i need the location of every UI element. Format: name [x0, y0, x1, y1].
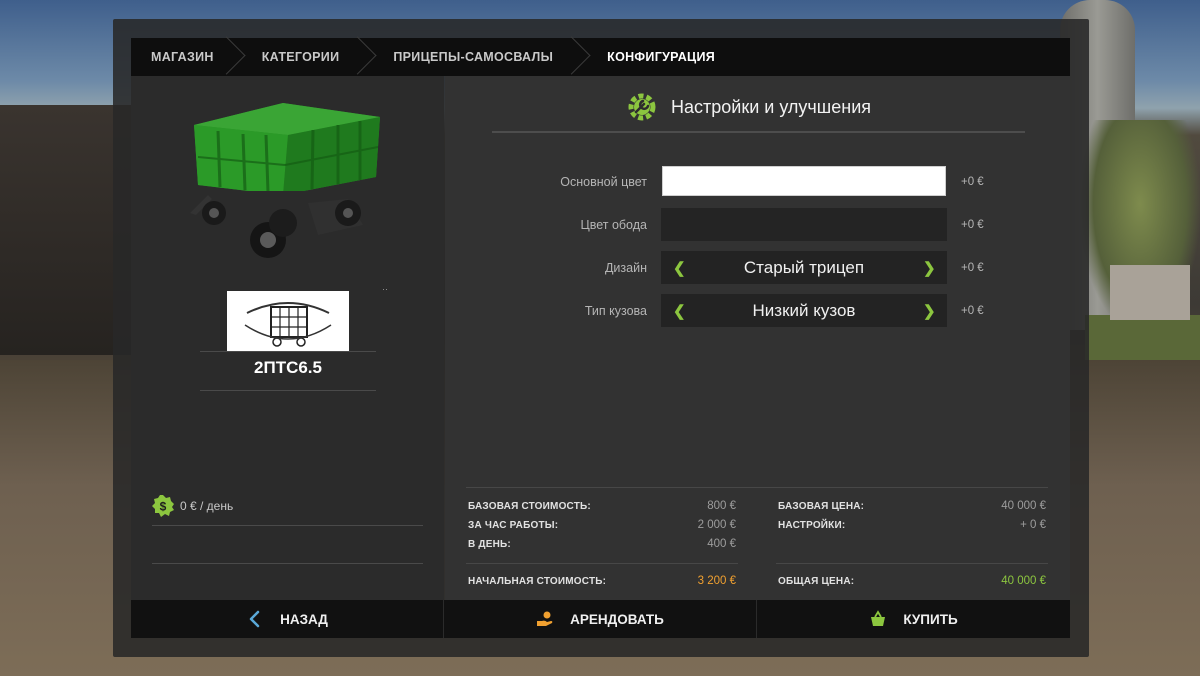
total-price-value: 40 000 € — [1001, 575, 1046, 587]
breadcrumb-tipper-trailers[interactable]: ПРИЦЕПЫ-САМОСВАЛЫ — [365, 38, 579, 76]
upkeep-divider-2 — [152, 563, 423, 564]
svg-text:$: $ — [160, 500, 167, 514]
base-price-value: 40 000 € — [1001, 500, 1046, 512]
daily-upkeep-text: 0 € / день — [180, 499, 234, 513]
costs-top-divider — [466, 487, 1048, 488]
rent-button[interactable]: АРЕНДОВАТЬ — [444, 600, 757, 638]
settings-price-value: + 0 € — [1020, 519, 1046, 531]
base-price-label: БАЗОВАЯ ЦЕНА: — [778, 501, 865, 512]
rent-hand-icon — [537, 611, 553, 626]
background-house — [1110, 265, 1190, 320]
wrench-gear-icon — [628, 93, 656, 121]
breadcrumb-shop[interactable]: МАГАЗИН — [131, 38, 234, 76]
option-price-design: +0 € — [961, 262, 984, 274]
base-cost-value: 800 € — [707, 500, 736, 512]
chevron-right-icon[interactable]: ❯ — [923, 302, 936, 320]
option-label-body-type: Тип кузова — [584, 304, 647, 318]
background-grass — [1085, 315, 1200, 360]
option-label-rim-color: Цвет обода — [580, 218, 647, 232]
option-price-body-type: +0 € — [961, 305, 984, 317]
buy-button-label: КУПИТЬ — [903, 611, 958, 627]
decorative-dots: ·· — [382, 284, 388, 294]
base-color-selector[interactable] — [662, 166, 946, 196]
item-name: 2ПТС6.5 — [254, 358, 322, 377]
settings-underline — [492, 131, 1025, 133]
initial-cost-value: 3 200 € — [697, 575, 736, 587]
per-hour-label: ЗА ЧАС РАБОТЫ: — [468, 520, 559, 531]
buy-button[interactable]: КУПИТЬ — [757, 600, 1070, 638]
back-button[interactable]: НАЗАД — [131, 600, 444, 638]
design-value: Старый трицеп — [743, 257, 865, 277]
action-bar: НАЗАД АРЕНДОВАТЬ КУПИТЬ — [131, 600, 1070, 638]
initial-cost-label: НАЧАЛЬНАЯ СТОИМОСТЬ: — [468, 576, 607, 587]
daily-upkeep: $ 0 € / день — [152, 495, 233, 517]
brand-logo — [227, 291, 349, 352]
design-selector[interactable]: ❮ Старый трицеп ❯ — [661, 251, 947, 284]
money-icon: $ — [152, 495, 174, 517]
total-price-label: ОБЩАЯ ЦЕНА: — [778, 576, 855, 587]
option-price-rim-color: +0 € — [961, 219, 984, 231]
shopping-basket-icon — [871, 610, 886, 626]
trailer-preview-image — [190, 103, 380, 258]
back-button-label: НАЗАД — [280, 611, 328, 627]
chevron-right-icon[interactable]: ❯ — [923, 259, 936, 277]
breadcrumb: МАГАЗИН КАТЕГОРИИ ПРИЦЕПЫ-САМОСВАЛЫ КОНФ… — [131, 38, 1070, 76]
option-label-design: Дизайн — [604, 261, 647, 275]
settings-title: Настройки и улучшения — [671, 96, 871, 117]
body-type-value: Низкий кузов — [752, 300, 856, 320]
chevron-left-icon — [249, 610, 260, 628]
rim-color-selector[interactable] — [661, 208, 947, 241]
chevron-left-icon[interactable]: ❮ — [673, 302, 686, 320]
per-day-label: В ДЕНЬ: — [468, 539, 511, 550]
rent-button-label: АРЕНДОВАТЬ — [570, 611, 664, 627]
per-day-value: 400 € — [707, 538, 736, 550]
upkeep-divider-1 — [152, 525, 423, 526]
option-price-base-color: +0 € — [961, 176, 984, 188]
settings-price-label: НАСТРОЙКИ: — [778, 520, 846, 531]
settings-header: Настройки и улучшения — [627, 92, 871, 122]
chevron-left-icon[interactable]: ❮ — [673, 259, 686, 277]
option-label-base-color: Основной цвет — [560, 175, 647, 189]
costs-right-divider — [776, 563, 1048, 564]
breadcrumb-configuration: КОНФИГУРАЦИЯ — [607, 50, 716, 64]
per-hour-value: 2 000 € — [697, 519, 736, 531]
item-name-top-divider — [200, 351, 376, 352]
base-cost-label: БАЗОВАЯ СТОИМОСТЬ: — [468, 501, 591, 512]
body-type-selector[interactable]: ❮ Низкий кузов ❯ — [661, 294, 947, 327]
item-name-bottom-divider — [200, 390, 376, 391]
costs-left-divider — [466, 563, 738, 564]
breadcrumb-categories[interactable]: КАТЕГОРИИ — [234, 38, 366, 76]
